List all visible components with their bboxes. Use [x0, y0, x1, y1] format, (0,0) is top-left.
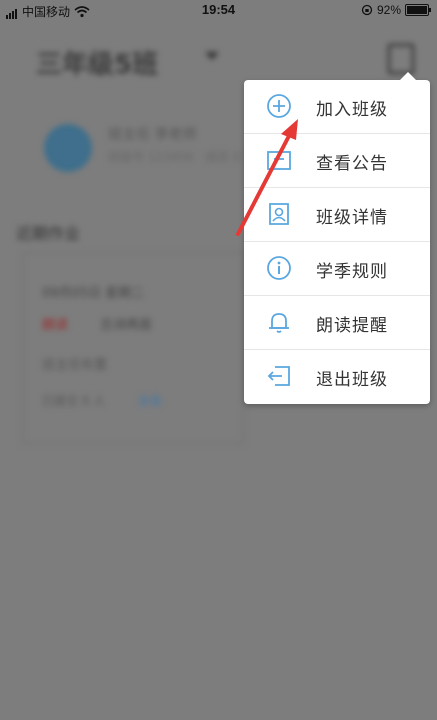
class-options-menu: 加入班级 查看公告 班级详情 学季规则 朗读提醒 退出班级 [244, 72, 430, 404]
menu-item-class-details[interactable]: 班级详情 [244, 188, 430, 242]
card-author: 班主任布置 [42, 358, 108, 373]
menu-item-label: 查看公告 [316, 154, 388, 174]
section-title: 近期作业 [16, 224, 81, 243]
card-date: 09月05日 星期二 [42, 286, 145, 301]
menu-item-view-notice[interactable]: 查看公告 [244, 134, 430, 188]
class-settings-icon[interactable] [388, 44, 414, 74]
status-bar: 中国移动 19:54 92% [0, 0, 437, 20]
bell-icon [269, 313, 289, 333]
menu-item-reading-reminder[interactable]: 朗读提醒 [244, 296, 430, 350]
menu-item-season-rules[interactable]: 学季规则 [244, 242, 430, 296]
avatar [44, 124, 92, 172]
plus-circle-icon [267, 94, 291, 118]
menu-item-label: 学季规则 [316, 262, 388, 282]
card-title: 古诗两首 [100, 318, 153, 333]
class-detail-icon [269, 203, 289, 225]
menu-item-label: 朗读提醒 [316, 316, 388, 336]
battery-icon [405, 4, 431, 16]
menu-item-label: 班级详情 [316, 208, 388, 228]
card-stats: 已提交 0 人 [42, 394, 106, 408]
exit-icon [267, 366, 290, 386]
menu-item-join-class[interactable]: 加入班级 [244, 80, 430, 134]
card-tag: 朗读 [42, 318, 69, 333]
battery-percent: 92% [376, 3, 401, 17]
class-title[interactable]: 三年级5班 [36, 44, 158, 81]
info-icon [267, 256, 291, 280]
teacher-subtitle: 班级号 123456 · 成员 0 [108, 150, 241, 164]
notice-icon [267, 151, 291, 170]
homework-card[interactable] [22, 252, 244, 444]
teacher-name: 班主任 李老师 [108, 127, 197, 143]
chevron-down-icon[interactable] [205, 52, 219, 60]
menu-item-label: 加入班级 [316, 100, 388, 120]
card-view-link[interactable]: 查看 [138, 392, 162, 409]
menu-item-label: 退出班级 [316, 370, 388, 390]
menu-item-exit-class[interactable]: 退出班级 [244, 350, 430, 403]
rotation-lock-icon [361, 4, 373, 16]
